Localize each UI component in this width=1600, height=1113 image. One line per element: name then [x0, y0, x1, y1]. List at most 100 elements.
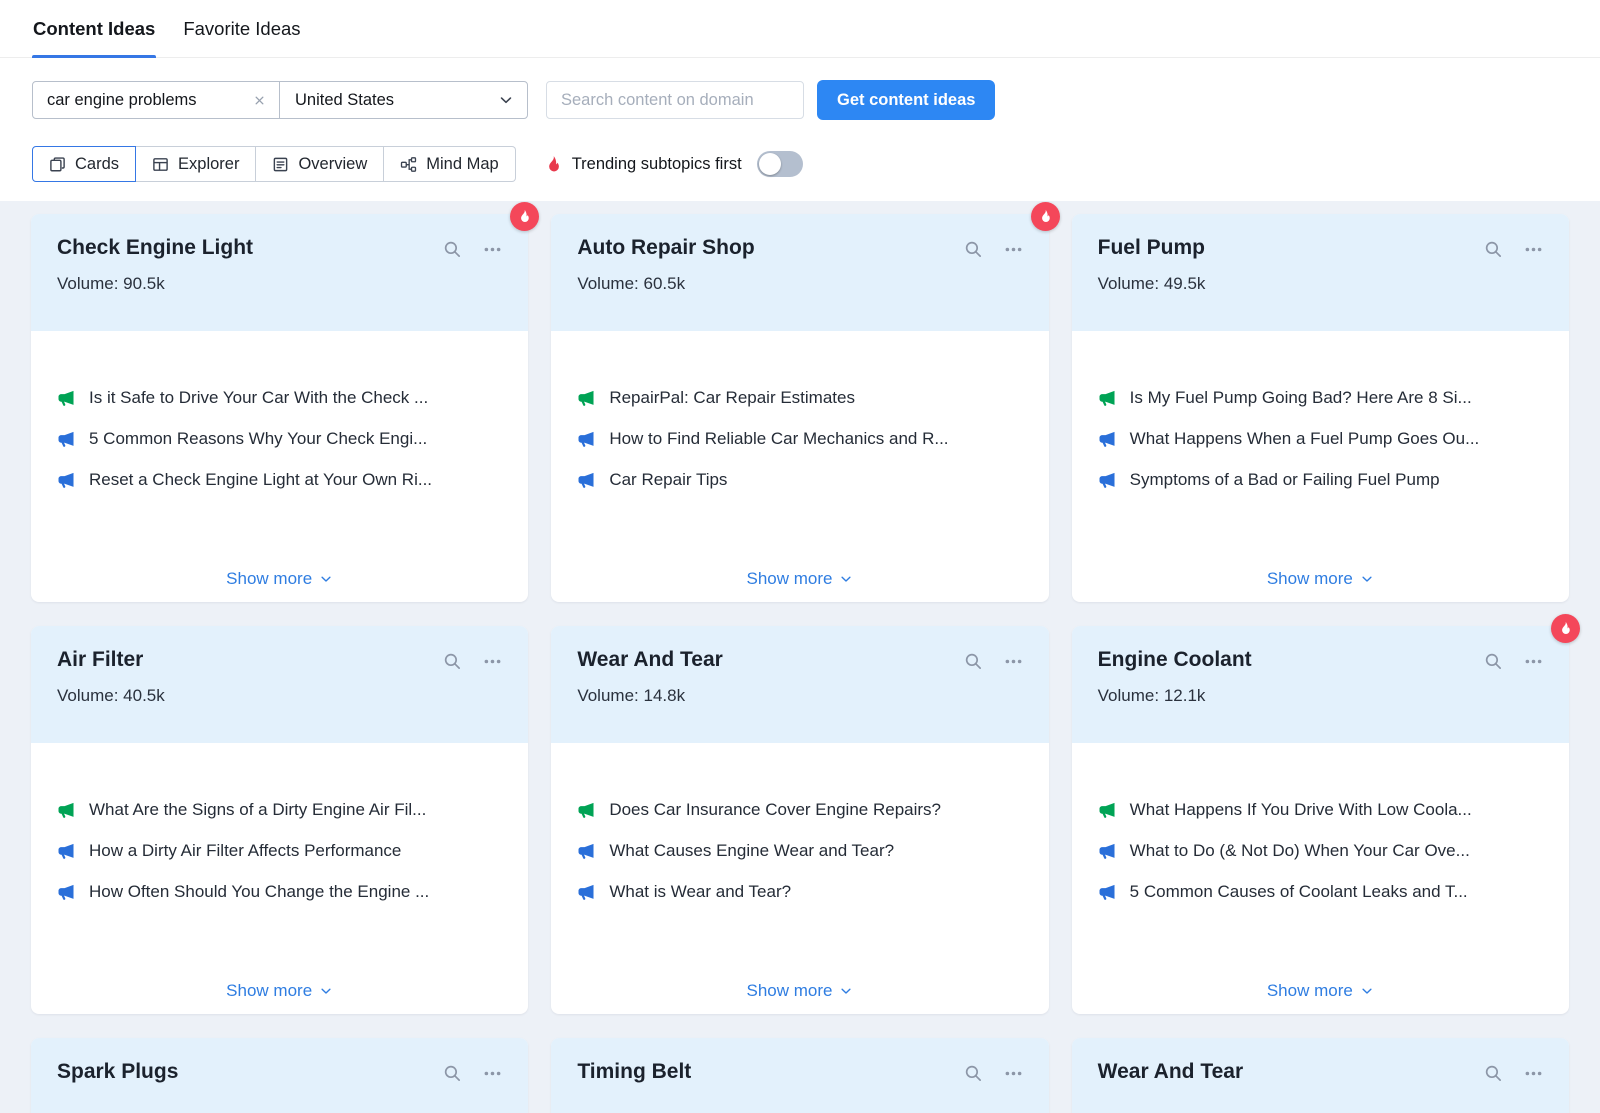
megaphone-icon	[1098, 883, 1116, 901]
trending-filter: Trending subtopics first	[544, 151, 803, 177]
card-body: Is My Fuel Pump Going Bad? Here Are 8 Si…	[1072, 331, 1569, 602]
search-icon	[443, 240, 462, 259]
show-more-button[interactable]: Show more	[747, 981, 854, 1001]
headline-item[interactable]: How to Find Reliable Car Mechanics and R…	[577, 429, 1022, 449]
trending-badge	[510, 202, 539, 231]
cards-grid: Check Engine Light Volume: 90.5k Is it S…	[31, 214, 1569, 1113]
get-content-ideas-button[interactable]: Get content ideas	[817, 80, 995, 120]
headline-item[interactable]: Symptoms of a Bad or Failing Fuel Pump	[1098, 470, 1543, 490]
card-body: What Happens If You Drive With Low Coola…	[1072, 743, 1569, 1014]
show-more-button[interactable]: Show more	[747, 569, 854, 589]
headline-item[interactable]: 5 Common Reasons Why Your Check Engi...	[57, 429, 502, 449]
volume-value: 90.5k	[123, 274, 165, 293]
headline-item[interactable]: Reset a Check Engine Light at Your Own R…	[57, 470, 502, 490]
volume-value: 49.5k	[1164, 274, 1206, 293]
headline-item[interactable]: Is My Fuel Pump Going Bad? Here Are 8 Si…	[1098, 388, 1543, 408]
card-search-button[interactable]	[443, 1064, 462, 1083]
headline-item[interactable]: What Causes Engine Wear and Tear?	[577, 841, 1022, 861]
toggle-knob	[759, 153, 781, 175]
headline-text: 5 Common Reasons Why Your Check Engi...	[89, 429, 427, 449]
tab-content-ideas[interactable]: Content Ideas	[32, 0, 156, 57]
view-tab-explorer[interactable]: Explorer	[136, 146, 256, 182]
card-search-button[interactable]	[1484, 652, 1503, 671]
card-search-button[interactable]	[964, 652, 983, 671]
headline-item[interactable]: What Happens When a Fuel Pump Goes Ou...	[1098, 429, 1543, 449]
card-header: Wear And Tear Volume: 14.8k	[551, 626, 1048, 743]
headline-item[interactable]: What is Wear and Tear?	[577, 882, 1022, 902]
headline-item[interactable]: How a Dirty Air Filter Affects Performan…	[57, 841, 502, 861]
volume-value: 60.5k	[644, 274, 686, 293]
card-menu-button[interactable]	[483, 652, 502, 671]
card-menu-button[interactable]	[483, 1064, 502, 1083]
volume-label: Volume:	[1098, 274, 1159, 293]
card-menu-button[interactable]	[1524, 1064, 1543, 1083]
headline-text: Does Car Insurance Cover Engine Repairs?	[609, 800, 941, 820]
card-search-button[interactable]	[964, 1064, 983, 1083]
headline-item[interactable]: RepairPal: Car Repair Estimates	[577, 388, 1022, 408]
headline-text: Is My Fuel Pump Going Bad? Here Are 8 Si…	[1130, 388, 1472, 408]
view-tab-mindmap[interactable]: Mind Map	[384, 146, 515, 182]
headline-item[interactable]: Car Repair Tips	[577, 470, 1022, 490]
clear-keyword-button[interactable]	[250, 91, 269, 110]
megaphone-icon	[577, 389, 595, 407]
show-more-button[interactable]: Show more	[226, 569, 333, 589]
content-area: Check Engine Light Volume: 90.5k Is it S…	[0, 201, 1600, 1113]
card-menu-button[interactable]	[1524, 240, 1543, 259]
card-menu-button[interactable]	[1004, 240, 1023, 259]
headline-text: How Often Should You Change the Engine .…	[89, 882, 429, 902]
card-search-button[interactable]	[964, 240, 983, 259]
card-menu-button[interactable]	[483, 240, 502, 259]
more-options-icon	[1524, 1064, 1543, 1083]
card-search-button[interactable]	[1484, 1064, 1503, 1083]
card-body: Does Car Insurance Cover Engine Repairs?…	[551, 743, 1048, 1014]
card-volume: Volume: 14.8k	[577, 686, 1022, 706]
headline-text: What Happens If You Drive With Low Coola…	[1130, 800, 1472, 820]
trending-filter-label: Trending subtopics first	[572, 155, 742, 174]
topic-card-auto-repair-shop: Auto Repair Shop Volume: 60.5k RepairPal…	[551, 214, 1048, 602]
headline-item[interactable]: 5 Common Causes of Coolant Leaks and T..…	[1098, 882, 1543, 902]
keyword-input[interactable]	[47, 91, 246, 110]
card-title: Auto Repair Shop	[577, 236, 754, 260]
chevron-down-icon	[498, 92, 514, 108]
tab-favorite-ideas[interactable]: Favorite Ideas	[182, 0, 301, 57]
topic-card-engine-coolant: Engine Coolant Volume: 12.1k What Happen…	[1072, 626, 1569, 1014]
card-search-button[interactable]	[1484, 240, 1503, 259]
country-select-value: United States	[295, 91, 394, 110]
view-tab-cards[interactable]: Cards	[32, 146, 136, 182]
card-menu-button[interactable]	[1004, 1064, 1023, 1083]
headline-item[interactable]: Is it Safe to Drive Your Car With the Ch…	[57, 388, 502, 408]
show-more-button[interactable]: Show more	[1267, 569, 1374, 589]
view-tab-label: Mind Map	[426, 155, 498, 174]
trending-toggle[interactable]	[757, 151, 803, 177]
headline-text: What Happens When a Fuel Pump Goes Ou...	[1130, 429, 1480, 449]
show-more-button[interactable]: Show more	[1267, 981, 1374, 1001]
megaphone-icon	[1098, 430, 1116, 448]
headline-text: Is it Safe to Drive Your Car With the Ch…	[89, 388, 428, 408]
topic-card-timing-belt: Timing Belt	[551, 1038, 1048, 1113]
megaphone-icon	[57, 430, 75, 448]
card-menu-button[interactable]	[1004, 652, 1023, 671]
headline-item[interactable]: How Often Should You Change the Engine .…	[57, 882, 502, 902]
keyword-group: United States	[32, 81, 528, 119]
topic-card-check-engine-light: Check Engine Light Volume: 90.5k Is it S…	[31, 214, 528, 602]
card-volume: Volume: 60.5k	[577, 274, 1022, 294]
view-tab-overview[interactable]: Overview	[256, 146, 384, 182]
headline-item[interactable]: What Happens If You Drive With Low Coola…	[1098, 800, 1543, 820]
chevron-down-icon	[319, 572, 333, 586]
card-menu-button[interactable]	[1524, 652, 1543, 671]
search-icon	[443, 652, 462, 671]
card-search-button[interactable]	[443, 240, 462, 259]
megaphone-icon	[57, 389, 75, 407]
country-select[interactable]: United States	[279, 82, 527, 118]
show-more-button[interactable]: Show more	[226, 981, 333, 1001]
card-search-button[interactable]	[443, 652, 462, 671]
cards-view-icon	[49, 156, 66, 173]
domain-search-input[interactable]	[546, 81, 804, 119]
headline-text: What is Wear and Tear?	[609, 882, 791, 902]
more-options-icon	[1004, 652, 1023, 671]
chevron-down-icon	[839, 572, 853, 586]
headline-item[interactable]: Does Car Insurance Cover Engine Repairs?	[577, 800, 1022, 820]
headline-item[interactable]: What Are the Signs of a Dirty Engine Air…	[57, 800, 502, 820]
card-title: Timing Belt	[577, 1060, 691, 1084]
headline-item[interactable]: What to Do (& Not Do) When Your Car Ove.…	[1098, 841, 1543, 861]
